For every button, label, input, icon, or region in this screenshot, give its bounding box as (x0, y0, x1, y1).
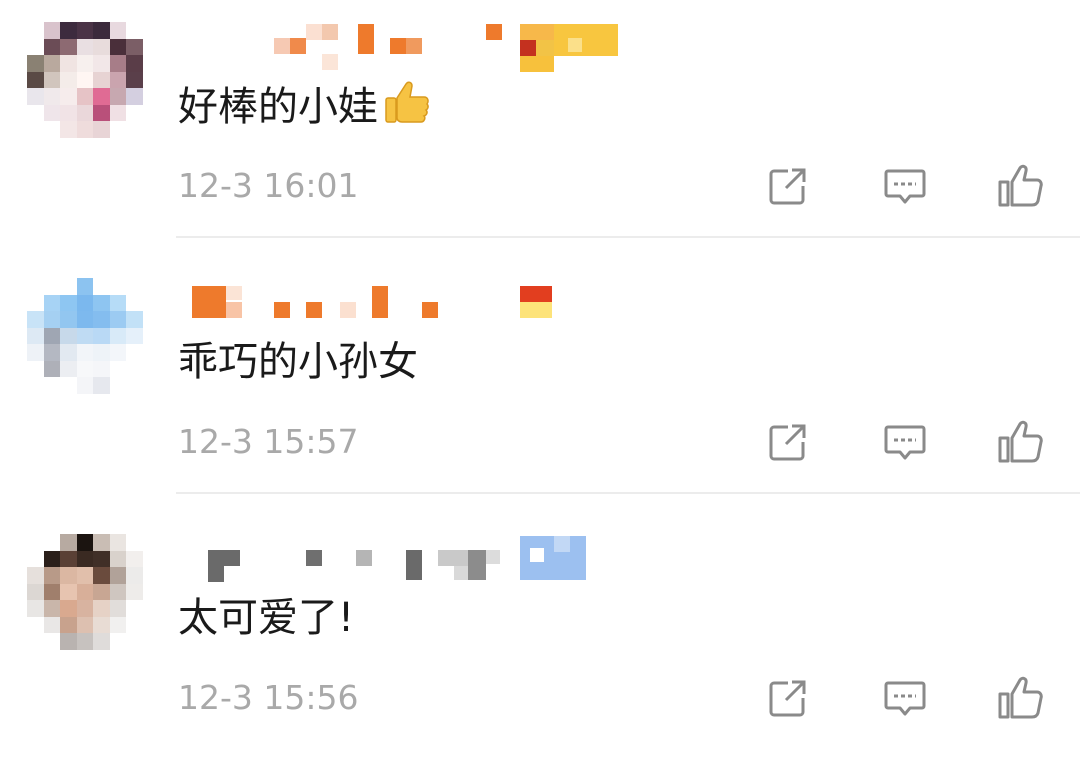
avatar[interactable] (27, 278, 143, 394)
reply-icon[interactable] (881, 674, 929, 722)
share-icon[interactable] (764, 418, 812, 466)
thumbs-up-emoji (380, 78, 432, 130)
username-blurred[interactable] (178, 20, 638, 74)
reply-icon[interactable] (881, 162, 929, 210)
avatar[interactable] (27, 22, 143, 138)
divider (176, 236, 1080, 238)
comment-item: 乖巧的小孙女 12-3 15:57 (0, 256, 1080, 512)
username-blurred[interactable] (178, 276, 638, 330)
like-icon[interactable] (996, 674, 1044, 722)
like-icon[interactable] (996, 162, 1044, 210)
username-blurred[interactable] (178, 532, 638, 586)
timestamp: 12-3 15:56 (178, 678, 359, 717)
comment-text: 太可爱了! (178, 595, 355, 641)
divider (176, 492, 1080, 494)
comment-item: 好棒的小娃 12-3 16:01 (0, 0, 1080, 256)
avatar[interactable] (27, 534, 143, 650)
timestamp: 12-3 15:57 (178, 422, 359, 461)
comment-text: 好棒的小娃 (178, 78, 432, 135)
reply-icon[interactable] (881, 418, 929, 466)
timestamp: 12-3 16:01 (178, 166, 359, 205)
comment-item: 太可爱了! 12-3 15:56 (0, 512, 1080, 768)
comment-text: 乖巧的小孙女 (178, 339, 418, 385)
share-icon[interactable] (764, 674, 812, 722)
share-icon[interactable] (764, 162, 812, 210)
like-icon[interactable] (996, 418, 1044, 466)
